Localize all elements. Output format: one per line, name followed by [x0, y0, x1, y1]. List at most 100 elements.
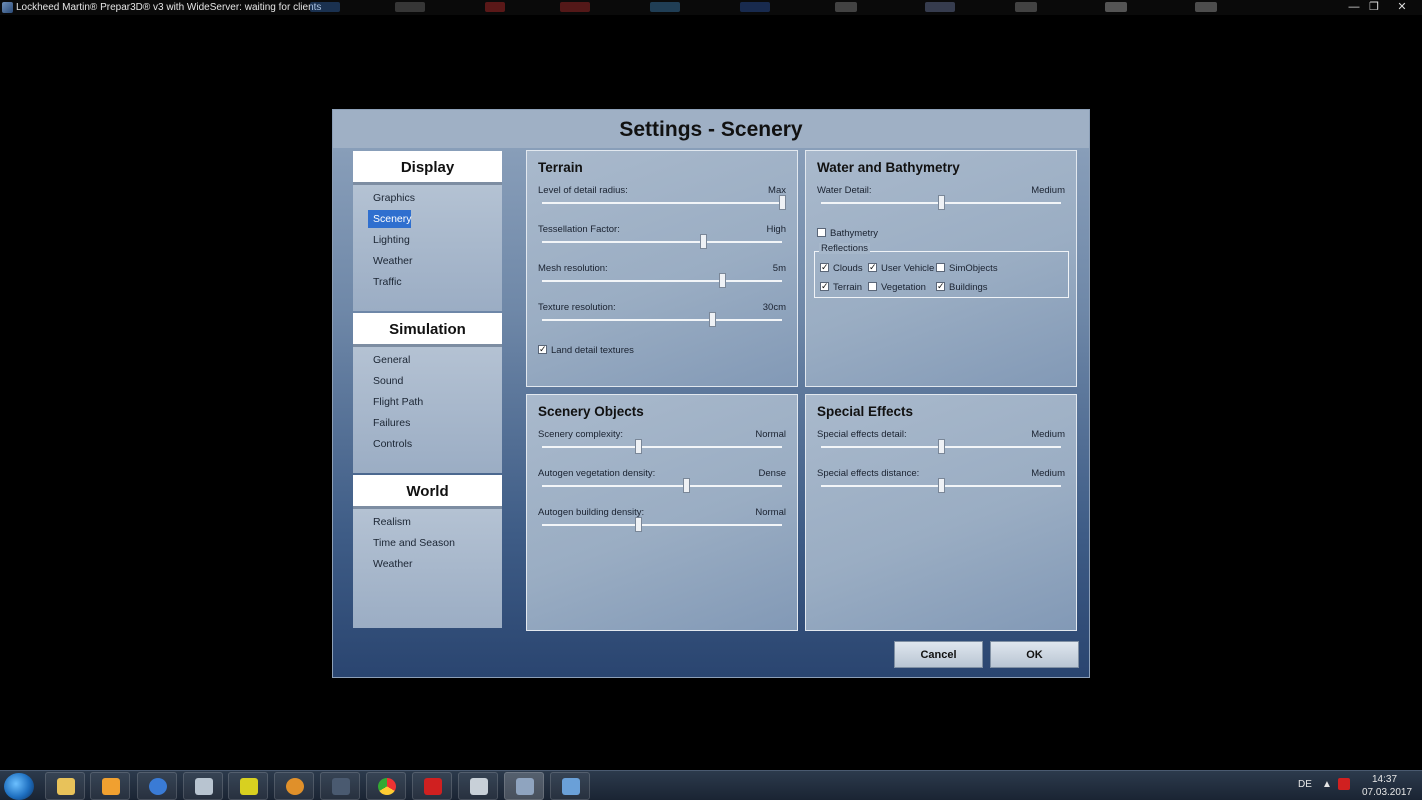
settings-dialog: Settings - Scenery Display Graphics Scen… — [332, 109, 1090, 678]
nav-item-world-weather[interactable]: Weather — [368, 555, 413, 573]
nav-group-world: World Realism Time and Season Weather — [353, 475, 502, 628]
texture-resolution-value: 30cm — [762, 302, 786, 313]
nav-item-weather[interactable]: Weather — [368, 252, 413, 270]
compass-icon[interactable] — [274, 772, 314, 800]
reflect-clouds-checkbox[interactable]: Clouds — [820, 262, 863, 274]
nav-item-traffic[interactable]: Traffic — [368, 273, 412, 291]
reflect-simobjects-checkbox[interactable]: SimObjects — [936, 263, 998, 274]
tool-99-icon[interactable] — [228, 772, 268, 800]
nav-item-failures[interactable]: Failures — [368, 414, 412, 432]
clock-date[interactable]: 07.03.2017 — [1362, 787, 1412, 798]
mesh-resolution-setting: Mesh resolution: 5m — [538, 263, 786, 297]
lod-radius-slider-thumb[interactable] — [779, 195, 786, 210]
nav-item-time-and-season[interactable]: Time and Season — [368, 534, 455, 552]
reflect-user-vehicle-checkbox[interactable]: User Vehicle — [868, 262, 934, 274]
lod-radius-track[interactable] — [542, 202, 782, 204]
nav-item-controls[interactable]: Controls — [368, 435, 412, 453]
bathymetry-box[interactable] — [817, 228, 826, 237]
effects-distance-value: Medium — [1031, 468, 1065, 479]
texture-resolution-track[interactable] — [542, 319, 782, 321]
64-icon[interactable] — [412, 772, 452, 800]
minimize-button[interactable]: — — [1343, 0, 1365, 15]
nav-item-graphics[interactable]: Graphics — [368, 189, 415, 207]
mesh-resolution-slider-thumb[interactable] — [719, 273, 726, 288]
tessellation-slider-thumb[interactable] — [699, 234, 707, 249]
cancel-button[interactable]: Cancel — [894, 641, 983, 668]
texture-resolution-slider-thumb[interactable] — [709, 312, 717, 327]
water-panel-title: Water and Bathymetry — [817, 160, 960, 175]
media-player-icon[interactable] — [90, 772, 130, 800]
water-detail-label: Water Detail: — [817, 185, 872, 196]
tray-expand-icon[interactable]: ▲ — [1322, 779, 1332, 790]
nav-item-sound[interactable]: Sound — [368, 372, 412, 390]
mesh-resolution-track[interactable] — [542, 280, 782, 282]
reflect-buildings-box[interactable] — [936, 281, 945, 292]
vegetation-density-slider-thumb[interactable] — [683, 478, 690, 493]
reflect-clouds-label: Clouds — [833, 263, 863, 274]
tessellation-setting: Tessellation Factor: High — [538, 224, 786, 258]
mesh-resolution-value: 5m — [772, 263, 786, 274]
chrome-icon[interactable] — [366, 772, 406, 800]
building-density-track[interactable] — [542, 524, 782, 526]
lod-radius-setting: Level of detail radius: Max — [538, 185, 786, 219]
scenery-complexity-setting: Scenery complexity: Normal — [538, 429, 786, 463]
effects-detail-value: Medium — [1031, 429, 1065, 440]
scenery-complexity-label: Scenery complexity: — [538, 429, 624, 440]
start-button[interactable] — [4, 773, 34, 800]
globe-icon[interactable] — [137, 772, 177, 800]
monitor-icon[interactable] — [550, 772, 590, 800]
tessellation-track[interactable] — [542, 241, 782, 243]
antivirus-tray-icon[interactable] — [1338, 778, 1350, 790]
window-titlebar: Lockheed Martin® Prepar3D® v3 with WideS… — [0, 0, 1422, 15]
water-detail-value: Medium — [1031, 185, 1065, 196]
nav-item-scenery[interactable]: Scenery — [368, 210, 412, 228]
vegetation-density-track[interactable] — [542, 485, 782, 487]
effects-detail-slider-thumb[interactable] — [938, 439, 945, 454]
explorer-icon[interactable] — [45, 772, 85, 800]
reflect-buildings-label: Buildings — [949, 282, 988, 293]
reflections-legend: Reflections — [819, 243, 870, 254]
terrain-panel: Terrain Level of detail radius: Max Tess… — [526, 150, 798, 387]
reflect-vegetation-checkbox[interactable]: Vegetation — [868, 282, 926, 293]
nav-item-general[interactable]: General — [368, 351, 412, 369]
reflect-terrain-checkbox[interactable]: Terrain — [820, 281, 862, 293]
clock-time[interactable]: 14:37 — [1372, 774, 1397, 785]
effects-distance-slider-thumb[interactable] — [938, 478, 945, 493]
effects-distance-label: Special effects distance: — [817, 468, 920, 479]
scenery-complexity-slider-thumb[interactable] — [635, 439, 642, 454]
reflect-terrain-box[interactable] — [820, 281, 829, 292]
restore-button[interactable]: ❐ — [1363, 0, 1385, 15]
ok-button[interactable]: OK — [990, 641, 1079, 668]
water-panel: Water and Bathymetry Water Detail: Mediu… — [805, 150, 1077, 387]
reflect-user-vehicle-box[interactable] — [868, 262, 877, 273]
effects-detail-setting: Special effects detail: Medium — [817, 429, 1065, 463]
effects-detail-label: Special effects detail: — [817, 429, 907, 440]
calculator-icon[interactable] — [183, 772, 223, 800]
reflect-buildings-checkbox[interactable]: Buildings — [936, 281, 988, 293]
bathymetry-checkbox[interactable]: Bathymetry — [817, 228, 878, 239]
tessellation-label: Tessellation Factor: — [538, 224, 620, 235]
window-title: Lockheed Martin® Prepar3D® v3 with WideS… — [16, 2, 322, 13]
building-density-label: Autogen building density: — [538, 507, 645, 518]
taskbar: DE ▲ 14:37 07.03.2017 — [0, 770, 1422, 800]
building-density-slider-thumb[interactable] — [635, 517, 642, 532]
nav-list-world: Realism Time and Season Weather — [353, 509, 502, 628]
nav-item-flight-path[interactable]: Flight Path — [368, 393, 423, 411]
plane-icon[interactable] — [458, 772, 498, 800]
scenery-complexity-track[interactable] — [542, 446, 782, 448]
nav-item-lighting[interactable]: Lighting — [368, 231, 412, 249]
water-detail-setting: Water Detail: Medium — [817, 185, 1065, 219]
reflect-clouds-box[interactable] — [820, 262, 829, 273]
close-button[interactable]: ✕ — [1391, 0, 1413, 15]
reflect-vegetation-label: Vegetation — [881, 282, 926, 293]
nav-item-realism[interactable]: Realism — [368, 513, 412, 531]
land-detail-textures-checkbox[interactable]: Land detail textures — [538, 344, 634, 356]
reflect-simobjects-box[interactable] — [936, 263, 945, 272]
water-detail-slider-thumb[interactable] — [938, 195, 945, 210]
asig-icon[interactable] — [320, 772, 360, 800]
vegetation-density-setting: Autogen vegetation density: Dense — [538, 468, 786, 502]
p3d-icon[interactable] — [504, 772, 544, 800]
land-detail-textures-box[interactable] — [538, 344, 547, 355]
language-indicator[interactable]: DE — [1298, 779, 1312, 790]
reflect-vegetation-box[interactable] — [868, 282, 877, 291]
